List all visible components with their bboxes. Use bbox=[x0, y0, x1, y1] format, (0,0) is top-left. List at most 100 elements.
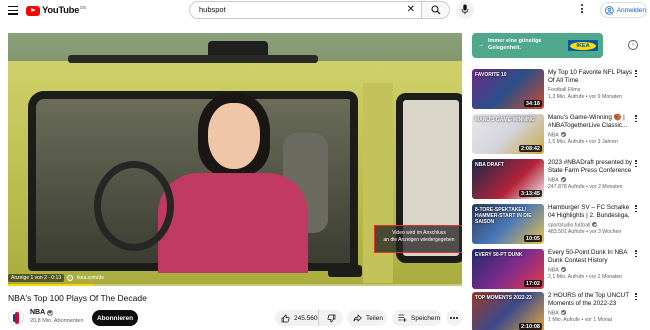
more-options-icon[interactable] bbox=[635, 70, 638, 80]
share-label: Teilen bbox=[366, 314, 383, 322]
person-jacket bbox=[158, 173, 308, 273]
share-button[interactable]: Teilen bbox=[347, 310, 387, 326]
recommendation-meta: 483.501 Aufrufe • vor 3 Wochen bbox=[548, 229, 622, 235]
thumbnail-text: NBA DRAFT bbox=[475, 162, 504, 168]
verified-icon bbox=[560, 132, 566, 137]
video-thumbnail[interactable]: EVERY 50-PT DUNK 17:02 bbox=[472, 249, 544, 289]
recommendation-title[interactable]: Hamburger SV – FC Schalke 04 Highlights … bbox=[548, 204, 632, 220]
signin-button[interactable]: Anmelden bbox=[600, 2, 647, 18]
verified-icon bbox=[560, 267, 566, 272]
car-pillar bbox=[363, 83, 393, 283]
person-face bbox=[208, 103, 260, 169]
dislike-button[interactable] bbox=[319, 310, 343, 326]
verified-icon bbox=[560, 310, 566, 315]
search-input[interactable] bbox=[199, 5, 389, 14]
more-options-icon[interactable] bbox=[635, 293, 638, 303]
recommendation-meta: 1,3 Mio. Aufrufe • vor 9 Monaten bbox=[548, 94, 623, 100]
more-dot bbox=[453, 317, 455, 319]
recommendation-item[interactable]: EVERY 50-PT DUNK 17:02 Every 50-Point Dunk… bbox=[472, 249, 642, 291]
duration-badge: 3:13:45 bbox=[519, 190, 542, 197]
recommendation-item[interactable]: FAVORITE 10 34:18 My Top 10 Favorite NFL P… bbox=[472, 69, 642, 111]
more-options-icon[interactable] bbox=[635, 250, 638, 260]
recommendation-channel[interactable]: NBA bbox=[548, 132, 566, 139]
recommendation-title[interactable]: 2 HOURS of the Top UNCUT Moments of the … bbox=[548, 292, 632, 308]
video-thumbnail[interactable]: FAVORITE 10 34:18 bbox=[472, 69, 544, 109]
car-roof-rack bbox=[68, 55, 318, 63]
recommendation-meta: 2,1 Mio. Aufrufe • vor 2 Monaten bbox=[548, 274, 623, 280]
ad-overlay-line1: Video wird im Anschluss bbox=[392, 230, 446, 236]
recommendation-channel[interactable]: NBA bbox=[548, 267, 566, 274]
settings-more-icon[interactable] bbox=[580, 4, 584, 16]
thumbnail-text: FAVORITE 10 bbox=[475, 72, 507, 78]
youtube-play-icon bbox=[26, 5, 40, 16]
channel-label: NBA bbox=[548, 267, 559, 274]
recommendation-channel[interactable]: NBA bbox=[548, 310, 566, 317]
share-icon bbox=[353, 314, 362, 322]
ad-overlay-line2: an die Anzeigen wiedergegeben bbox=[383, 237, 455, 243]
ad-line1: Immer eine günstige bbox=[488, 38, 542, 44]
ikea-logo: IKEA bbox=[568, 40, 598, 51]
channel-avatar[interactable] bbox=[8, 309, 24, 325]
channel-label: Football Films bbox=[548, 87, 581, 93]
channel-name[interactable]: NBA bbox=[30, 309, 45, 316]
recommendation-channel[interactable]: NBA bbox=[548, 177, 566, 184]
ad-overlay: Video wird im Anschluss an die Anzeigen … bbox=[374, 225, 462, 253]
more-dot bbox=[449, 317, 452, 319]
more-options-icon[interactable] bbox=[635, 115, 638, 125]
recommendation-title[interactable]: My Top 10 Favorite NFL Plays Of All Time bbox=[548, 69, 632, 85]
ad-line2: Gelegenheit. bbox=[488, 45, 522, 51]
video-thumbnail[interactable]: NBA DRAFT 3:13:45 bbox=[472, 159, 544, 199]
duration-badge: 2:10:08 bbox=[519, 323, 542, 330]
video-player[interactable]: Video wird im Anschluss an die Anzeigen … bbox=[8, 33, 462, 286]
verified-icon bbox=[592, 222, 598, 227]
thumbnail-text: MANU'S GAME-WINNING bbox=[475, 117, 535, 123]
ad-info-icon[interactable]: i bbox=[67, 274, 74, 281]
search-box[interactable]: ✕ bbox=[189, 1, 421, 19]
thumbnail-text: 8-TORE-SPEKTAKEL! HAMMER-START IN DIE SA… bbox=[475, 207, 532, 225]
arrow-right-icon: → bbox=[478, 42, 484, 48]
recommendation-item[interactable]: MANU'S GAME-WINNING 2:08:42 Manu's Game-Wi… bbox=[472, 114, 642, 156]
search-button[interactable] bbox=[421, 1, 450, 19]
sidebar-ad-banner[interactable]: → Immer eine günstige Gelegenheit. IKEA bbox=[472, 33, 603, 58]
nba-logo-red bbox=[15, 312, 19, 324]
door-handle bbox=[328, 265, 362, 277]
more-options-icon[interactable] bbox=[635, 205, 638, 215]
like-dislike-group: 245.560 bbox=[275, 310, 343, 326]
channel-label: NBA bbox=[548, 310, 559, 317]
clear-search-icon[interactable]: ✕ bbox=[407, 5, 415, 15]
thumbs-up-icon bbox=[281, 314, 290, 322]
duration-badge: 10:05 bbox=[523, 235, 542, 242]
recommendation-title[interactable]: Every 50-Point Dunk In NBA Dunk Contest … bbox=[548, 249, 632, 265]
ad-progress-bar[interactable] bbox=[8, 284, 462, 286]
voice-search-button[interactable] bbox=[456, 1, 474, 19]
recommendation-channel[interactable]: sportstudio fußball bbox=[548, 222, 598, 229]
info-icon[interactable]: i bbox=[628, 40, 638, 50]
recommendation-title[interactable]: 2023 #NBADraft presented by State Farm P… bbox=[548, 159, 632, 175]
recommendation-meta: 1,5 Mio. Aufrufe • vor 3 Jahren bbox=[548, 139, 618, 145]
more-options-icon[interactable] bbox=[635, 160, 638, 170]
recommendation-item[interactable]: NBA DRAFT 3:13:45 2023 #NBADraft presented… bbox=[472, 159, 642, 201]
account-icon bbox=[605, 5, 614, 15]
recommendation-item[interactable]: 8-TORE-SPEKTAKEL! HAMMER-START IN DIE SA… bbox=[472, 204, 642, 246]
save-label: Speichern bbox=[411, 314, 441, 322]
menu-icon[interactable] bbox=[8, 6, 18, 15]
logo-region: DE bbox=[80, 5, 87, 10]
ad-banner-text: Immer eine günstige Gelegenheit. bbox=[488, 38, 542, 52]
duration-badge: 17:02 bbox=[523, 280, 542, 287]
youtube-logo[interactable]: YouTube DE bbox=[26, 5, 86, 16]
video-thumbnail[interactable]: MANU'S GAME-WINNING 2:08:42 bbox=[472, 114, 544, 154]
ad-url-link[interactable]: ikea.com/de bbox=[77, 275, 104, 281]
video-thumbnail[interactable]: 8-TORE-SPEKTAKEL! HAMMER-START IN DIE SA… bbox=[472, 204, 544, 244]
recommendation-title[interactable]: Manu's Game-Winning 🏀 | #NBATogetherLive… bbox=[548, 114, 632, 130]
video-thumbnail[interactable]: TOP MOMENTS 2022-23 2:10:08 bbox=[472, 292, 544, 330]
recommendation-channel[interactable]: Football Films bbox=[548, 87, 580, 93]
like-count: 245.560 bbox=[294, 314, 318, 322]
like-button[interactable]: 245.560 bbox=[275, 310, 319, 326]
save-button[interactable]: Speichern bbox=[392, 310, 442, 326]
signin-label: Anmelden bbox=[616, 6, 646, 14]
ad-counter: Anzeige 1 von 2 · 0:13 bbox=[8, 273, 65, 282]
search-icon bbox=[431, 5, 441, 15]
more-actions-button[interactable] bbox=[446, 310, 462, 326]
subscribe-button[interactable]: Abonnieren bbox=[92, 310, 138, 326]
recommendation-item[interactable]: TOP MOMENTS 2022-23 2:10:08 2 HOURS of the… bbox=[472, 292, 642, 330]
